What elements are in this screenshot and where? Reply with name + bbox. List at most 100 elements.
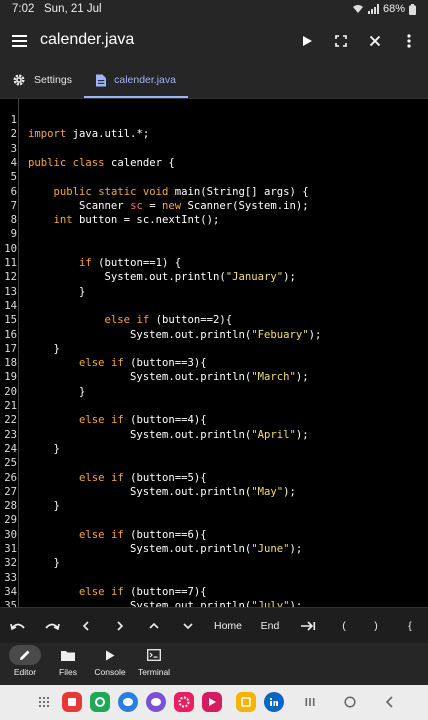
recents-button[interactable] xyxy=(300,692,320,712)
status-bar: 7:02 Sun, 21 Jul 68% xyxy=(0,0,428,20)
code-text: System.out.println("May"); xyxy=(28,485,296,498)
dock-app-1[interactable] xyxy=(62,692,82,712)
line-number: 31 xyxy=(4,543,17,555)
dock-app-4[interactable] xyxy=(146,692,166,712)
chevron-right-icon xyxy=(117,621,124,631)
status-time: 7:02 xyxy=(12,3,35,15)
tab-label: Settings xyxy=(34,74,72,86)
nav-editor[interactable]: Editor xyxy=(5,645,45,683)
run-button[interactable] xyxy=(295,29,319,53)
line-number: 1 xyxy=(10,114,17,126)
nav-terminal[interactable]: Terminal xyxy=(134,645,174,683)
line-number: 8 xyxy=(10,214,17,227)
app-bar: calender.java xyxy=(0,20,428,62)
home-key[interactable]: Home xyxy=(208,608,248,644)
arrow-right-key[interactable] xyxy=(108,608,132,644)
more-vertical-icon xyxy=(407,34,411,48)
line-number: 21 xyxy=(4,400,17,412)
video-icon xyxy=(209,698,216,706)
chat-icon xyxy=(123,698,133,706)
dock-app-3[interactable] xyxy=(118,692,138,712)
tab-key[interactable] xyxy=(296,608,320,644)
dock-app-8[interactable] xyxy=(264,692,284,712)
line-number: 33 xyxy=(4,571,17,584)
nav-files[interactable]: Files xyxy=(48,645,88,683)
hamburger-icon[interactable] xyxy=(12,31,28,51)
line-number: 14 xyxy=(4,299,17,312)
play-icon xyxy=(303,36,312,46)
more-options-button[interactable] xyxy=(397,29,421,53)
code-text: import java.util.*; xyxy=(28,128,150,141)
line-number: 29 xyxy=(4,514,17,527)
right-paren-key[interactable]: ) xyxy=(364,608,388,644)
close-button[interactable] xyxy=(363,29,387,53)
close-icon xyxy=(369,35,381,47)
line-number: 20 xyxy=(4,385,17,398)
status-icons: 68% xyxy=(352,3,416,15)
bottom-navigation: Editor Files Console Terminal xyxy=(0,643,428,685)
battery-icon xyxy=(409,3,416,15)
status-date: Sun, 21 Jul xyxy=(44,3,102,15)
line-number: 11 xyxy=(4,257,17,269)
line-number: 16 xyxy=(4,328,17,341)
home-button[interactable] xyxy=(340,692,360,712)
undo-key[interactable] xyxy=(6,608,30,644)
dock-app-7[interactable] xyxy=(236,692,256,712)
nav-files-indicator xyxy=(52,645,84,665)
line-number: 3 xyxy=(10,142,17,155)
line-number: 23 xyxy=(4,428,17,441)
dock-app-2[interactable] xyxy=(90,692,110,712)
line-number: 4 xyxy=(10,156,17,169)
app-icon xyxy=(68,698,76,706)
undo-icon xyxy=(10,623,25,631)
nav-label: Editor xyxy=(13,667,37,677)
line-number: 35 xyxy=(4,600,17,607)
redo-key[interactable] xyxy=(40,608,64,644)
code-text: } xyxy=(28,385,86,398)
file-icon xyxy=(96,74,107,86)
code-text: System.out.println("March"); xyxy=(28,371,309,384)
tab-calender-java[interactable]: calender.java xyxy=(84,62,188,98)
play-icon xyxy=(106,650,115,660)
home-circle-icon xyxy=(344,696,356,708)
code-text: else if (button==6){ xyxy=(79,528,207,541)
fullscreen-button[interactable] xyxy=(329,29,353,53)
left-paren-key[interactable]: ( xyxy=(332,608,356,644)
back-button[interactable] xyxy=(380,692,400,712)
line-number: 19 xyxy=(4,371,17,384)
code-text: System.out.println("July"); xyxy=(28,600,303,607)
left-brace-key[interactable]: { xyxy=(398,608,422,644)
note-icon xyxy=(241,697,251,707)
nav-terminal-indicator xyxy=(138,645,170,665)
nav-console-indicator xyxy=(94,645,126,665)
line-number: 25 xyxy=(4,457,17,470)
tab-label: calender.java xyxy=(114,74,176,86)
line-number: 2 xyxy=(10,128,17,141)
arrow-left-key[interactable] xyxy=(74,608,98,644)
flower-icon xyxy=(178,696,190,708)
arrow-down-key[interactable] xyxy=(176,608,200,644)
nav-console[interactable]: Console xyxy=(90,645,130,683)
tab-bar: Settings calender.java xyxy=(0,62,428,99)
dock-app-5[interactable] xyxy=(174,692,194,712)
nav-label: Console xyxy=(94,667,126,677)
code-text: } xyxy=(28,442,60,455)
end-key[interactable]: End xyxy=(254,608,286,644)
battery-percent: 68% xyxy=(382,3,405,15)
code-editor[interactable]: 1 2 import java.util.*; 3 4 public class cale… xyxy=(0,99,428,607)
tab-arrow-icon xyxy=(301,621,316,631)
redo-icon xyxy=(45,623,60,631)
wifi-icon xyxy=(352,5,363,13)
line-number: 12 xyxy=(4,271,17,284)
app-drawer-button[interactable] xyxy=(34,692,54,712)
recents-icon xyxy=(305,698,315,706)
code-text: } xyxy=(28,342,60,355)
terminal-icon xyxy=(147,649,161,661)
chevron-left-icon xyxy=(82,621,89,631)
dock-app-6[interactable] xyxy=(202,692,222,712)
arrow-up-key[interactable] xyxy=(142,608,166,644)
nav-editor-indicator xyxy=(9,645,41,665)
line-number: 30 xyxy=(4,528,17,541)
code-text: else if (button==2){ xyxy=(104,314,233,327)
tab-settings[interactable]: Settings xyxy=(12,62,72,98)
